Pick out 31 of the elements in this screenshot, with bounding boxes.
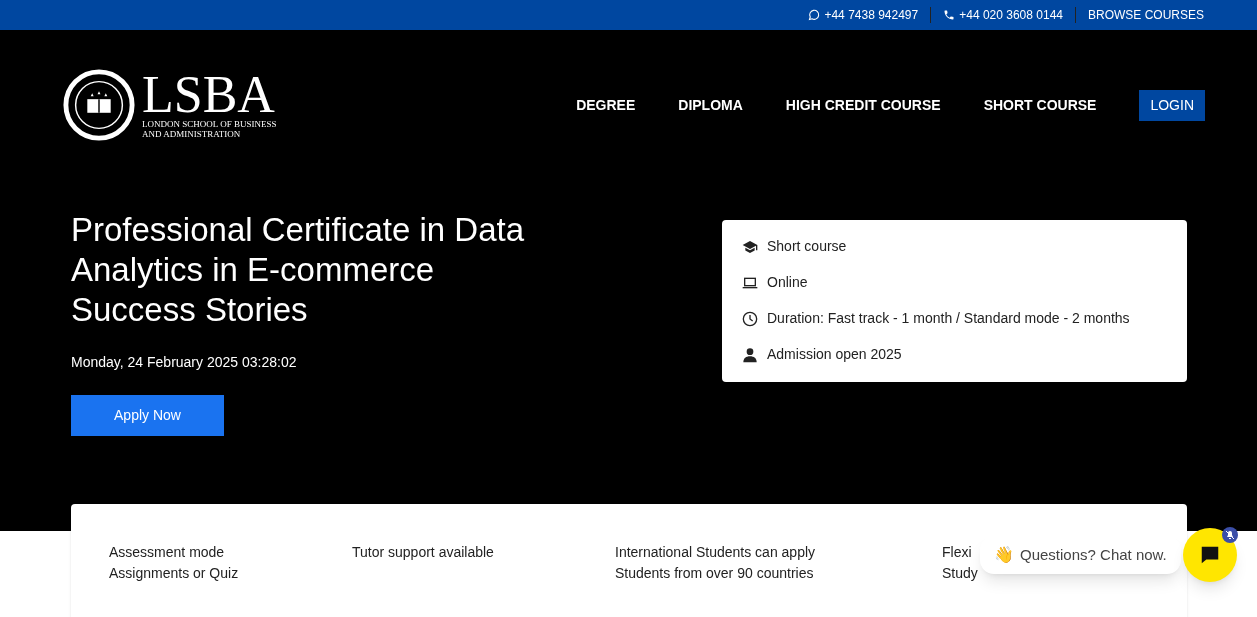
chat-bubble-icon: [1199, 544, 1221, 566]
chat-prompt-text: Questions? Chat now.: [1020, 544, 1167, 565]
whatsapp-icon: [808, 9, 821, 21]
logo-subtitle: LONDON SCHOOL OF BUSINESS AND ADMINISTRATION: [142, 119, 277, 139]
person-icon: [742, 346, 758, 363]
course-info-text: Admission open 2025: [767, 345, 902, 364]
phone-number[interactable]: +44 020 3608 0144: [959, 6, 1063, 24]
feature-text: Flexi Study: [942, 543, 978, 583]
nav-link[interactable]: HIGH CREDIT COURSE: [785, 94, 941, 116]
logo-wordmark[interactable]: LSBA: [142, 71, 277, 119]
course-info-text: Short course: [767, 237, 847, 256]
clock-icon: [742, 310, 758, 327]
course-info-text: Duration: Fast track - 1 month / Standard mode - 2 months: [767, 309, 1130, 328]
feature-text: Assessment mode Assignments or Quiz: [109, 543, 239, 583]
apply-now-button[interactable]: Apply Now: [71, 395, 224, 436]
nav-link[interactable]: DIPLOMA: [678, 94, 743, 116]
course-info-text: Online: [767, 273, 808, 292]
current-datetime: Monday, 24 February 2025 03:28:02: [71, 353, 298, 372]
chat-prompt[interactable]: 👋 Questions? Chat now.: [980, 536, 1181, 574]
nav-link[interactable]: SHORT COURSE: [983, 94, 1097, 116]
muted-bell-icon: [1222, 527, 1238, 543]
waving-hand-icon: 👋: [994, 543, 1014, 567]
feature-text: International Students can apply Students from over 90 countries: [615, 543, 816, 583]
course-title: Professional Certificate in Data Analytics in E-commerce Success Stories: [71, 210, 526, 330]
phone-icon: [943, 9, 956, 21]
graduation-cap-icon: [742, 238, 758, 255]
browse-courses-link[interactable]: BROWSE COURSES: [1088, 6, 1204, 24]
feature-text: Tutor support available: [352, 543, 494, 562]
whatsapp-number[interactable]: +44 7438 942497: [824, 6, 919, 24]
login-button[interactable]: LOGIN: [1139, 89, 1205, 121]
nav-link[interactable]: DEGREE: [576, 94, 636, 116]
